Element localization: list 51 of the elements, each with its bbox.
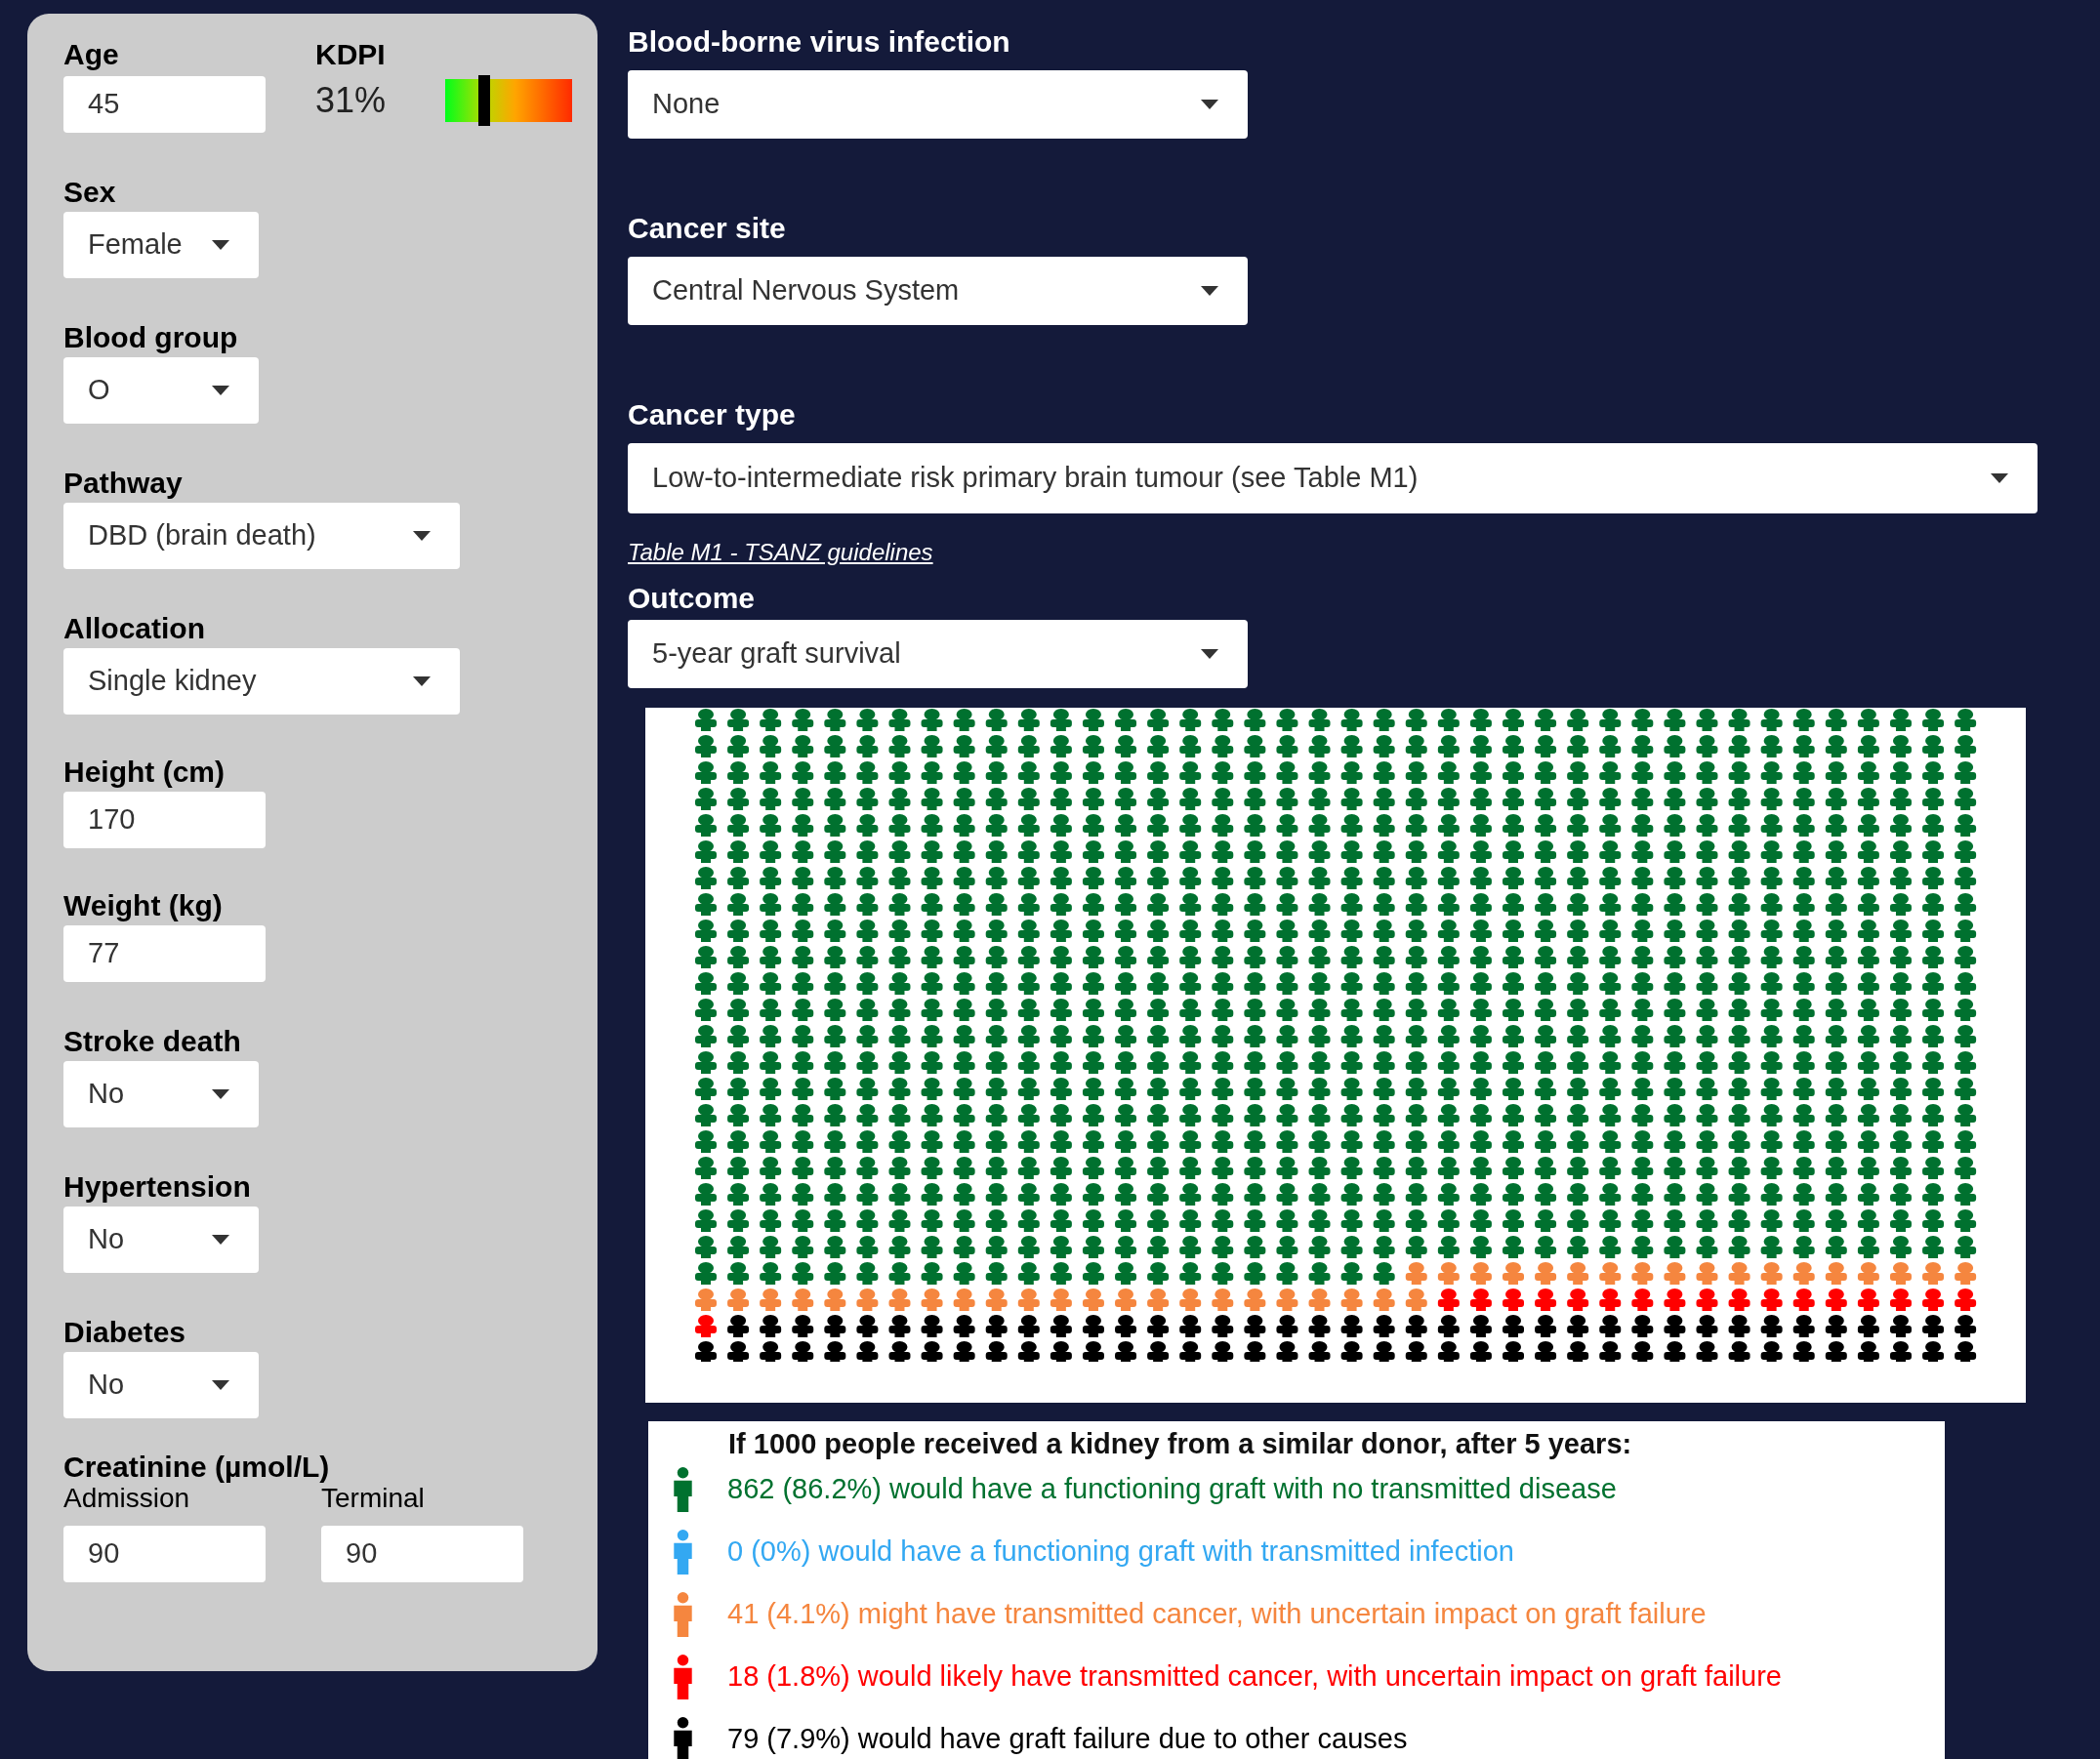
input-field[interactable]: 45 [63, 76, 266, 133]
dropdown[interactable]: O [63, 357, 259, 424]
field-label: Outcome [628, 581, 757, 610]
person-icon [672, 1467, 694, 1512]
caret-icon [413, 676, 431, 686]
dropdown[interactable]: DBD (brain death) [63, 503, 460, 569]
field-label: Allocation [63, 611, 206, 640]
input-field[interactable]: 77 [63, 925, 266, 982]
legend-text: 862 (86.2%) would have a functioning graft with no transmitted disease [727, 1472, 1617, 1507]
field-label: Diabetes [63, 1315, 187, 1344]
field-sublabel: Terminal [321, 1483, 426, 1514]
caret-icon [212, 1380, 229, 1390]
legend-text: 0 (0%) would have a functioning graft with transmitted infection [727, 1534, 1514, 1570]
caret-icon [1991, 473, 2008, 483]
caret-icon [1201, 286, 1218, 296]
dropdown[interactable]: Single kidney [63, 648, 460, 715]
dropdown[interactable]: Low-to-intermediate risk primary brain tumour (see Table M1) [628, 443, 2038, 513]
legend-text: 41 (4.1%) might have transmitted cancer, with uncertain impact on graft failure [727, 1597, 1707, 1632]
dropdown[interactable]: No [63, 1207, 259, 1273]
caret-icon [212, 386, 229, 395]
caret-icon [1201, 100, 1218, 109]
dropdown[interactable]: Central Nervous System [628, 257, 1248, 325]
dropdown[interactable]: No [63, 1352, 259, 1418]
input-field[interactable]: 90 [321, 1526, 523, 1582]
person-icon [672, 1530, 694, 1575]
caret-icon [212, 1235, 229, 1245]
legend-text: 79 (7.9%) would have graft failure due to other causes [727, 1722, 1408, 1757]
field-label: Blood-borne virus infection [628, 24, 1011, 54]
person-icon [672, 1717, 694, 1759]
kdpi-value: 31% [315, 79, 388, 122]
field-label: Sex [63, 175, 117, 204]
field-label: Stroke death [63, 1024, 242, 1053]
input-field[interactable]: 90 [63, 1526, 266, 1582]
person-icon [672, 1592, 694, 1637]
field-label: Creatinine (µmol/L) [63, 1452, 331, 1483]
caret-icon [212, 240, 229, 250]
field-sublabel: Admission [63, 1483, 191, 1514]
legend-title: If 1000 people received a kidney from a similar donor, after 5 years: [728, 1427, 1633, 1458]
legend-text: 18 (1.8%) would likely have transmitted cancer, with uncertain impact on graft failure [727, 1659, 1782, 1695]
field-label: KDPI [315, 37, 387, 66]
caret-icon [1201, 649, 1218, 659]
dropdown[interactable]: 5-year graft survival [628, 620, 1248, 688]
field-label: Cancer site [628, 211, 787, 240]
caret-icon [413, 531, 431, 541]
person-icon [672, 1655, 694, 1699]
caret-icon [212, 1089, 229, 1099]
dropdown[interactable]: Female [63, 212, 259, 278]
dropdown[interactable]: No [63, 1061, 259, 1127]
input-field[interactable]: 170 [63, 792, 266, 848]
dropdown[interactable]: None [628, 70, 1248, 139]
guidelines-link[interactable]: Table M1 - TSANZ guidelines [628, 539, 933, 565]
